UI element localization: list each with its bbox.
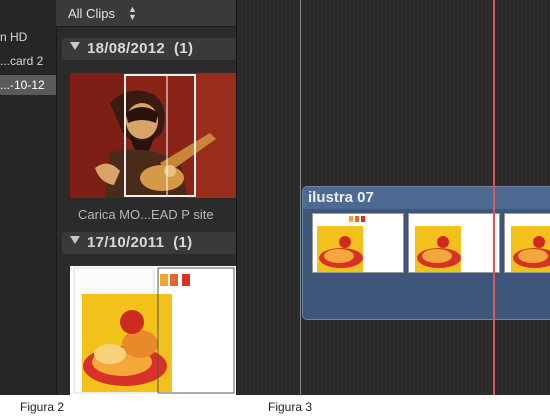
- clip-thumbnail-strip: [70, 266, 236, 395]
- clip-title: ilustra 07: [308, 189, 374, 206]
- clip-thumbnail-strip: [70, 73, 236, 198]
- sidebar-item-hd[interactable]: n HD: [0, 27, 27, 47]
- figure-2-caption: Figura 2: [20, 400, 65, 414]
- clip-filmstrip[interactable]: [70, 73, 236, 198]
- timeline-panel: ilustra 07: [237, 0, 550, 395]
- mini-thumb: [160, 274, 168, 286]
- event-library-sidebar: n HD ...card 2 ...-10-12: [0, 0, 57, 395]
- event-date: 17/10/2011: [87, 234, 165, 251]
- clip-filmstrip[interactable]: [70, 266, 236, 395]
- event-date: 18/08/2012: [87, 40, 166, 57]
- event-header[interactable]: 18/08/2012 (1): [62, 38, 236, 60]
- event-browser-panel: n HD ...card 2 ...-10-12 All Clips ▲ ▼ 18…: [0, 0, 236, 395]
- sidebar-item-selected-event[interactable]: ...-10-12: [0, 75, 56, 95]
- mini-thumb: [170, 274, 178, 286]
- disclosure-triangle-icon[interactable]: [70, 42, 80, 50]
- timeline-clip[interactable]: ilustra 07: [302, 186, 550, 320]
- browser-toolbar: All Clips ▲ ▼: [56, 0, 236, 27]
- event-header[interactable]: 17/10/2011 (1): [62, 232, 236, 254]
- timeline-playhead[interactable]: [493, 0, 495, 395]
- clip-filter-popup[interactable]: All Clips: [68, 6, 115, 21]
- thumbnail-frame: [196, 73, 236, 198]
- clip-frame: [408, 213, 500, 273]
- timeline-edge-line: [300, 0, 301, 395]
- sidebar-item-label: ...-10-12: [0, 78, 45, 92]
- sidebar-item-card[interactable]: ...card 2: [0, 51, 43, 71]
- clip-frame: [312, 213, 404, 273]
- event-date-label: 17/10/2011 (1): [87, 234, 192, 251]
- disclosure-triangle-icon[interactable]: [70, 236, 80, 244]
- popup-arrows-icon[interactable]: ▲ ▼: [128, 5, 137, 22]
- clip-name[interactable]: Carica MO...EAD P site: [78, 207, 214, 222]
- sidebar-item-label: n HD: [0, 30, 28, 44]
- event-date-label: 18/08/2012 (1): [87, 40, 193, 57]
- mini-thumb: [182, 274, 190, 286]
- clip-frames: [312, 213, 550, 273]
- event-count: (1): [174, 40, 194, 57]
- clip-title-bar: ilustra 07: [303, 187, 550, 209]
- sidebar-item-label: ...card 2: [0, 54, 44, 68]
- figure-3-caption: Figura 3: [268, 400, 313, 414]
- clip-frame: [504, 213, 550, 273]
- event-count: (1): [173, 234, 193, 251]
